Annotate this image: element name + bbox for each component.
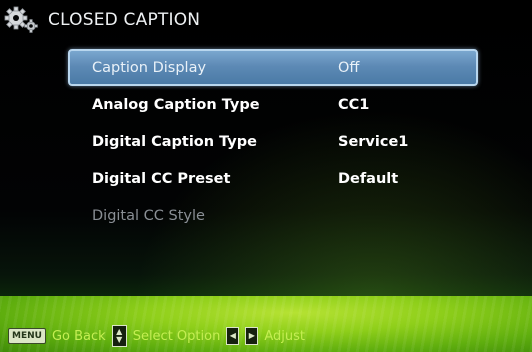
menu-item-caption-display[interactable]: Caption Display Off bbox=[68, 49, 478, 86]
menu-item-analog-caption-type[interactable]: Analog Caption Type CC1 bbox=[68, 86, 478, 123]
closed-caption-menu: Caption Display Off Analog Caption Type … bbox=[68, 49, 478, 234]
help-select-option: Select Option bbox=[132, 328, 221, 344]
help-adjust: Adjust bbox=[264, 328, 305, 344]
left-arrow-icon: ◀ bbox=[226, 327, 240, 345]
help-go-back: Go Back bbox=[51, 328, 106, 344]
menu-item-label: Digital CC Style bbox=[92, 207, 205, 224]
menu-item-label: Caption Display bbox=[92, 59, 207, 76]
menu-item-digital-caption-type[interactable]: Digital Caption Type Service1 bbox=[68, 123, 478, 160]
up-down-arrow-icon: ▲ ▼ bbox=[111, 325, 127, 347]
menu-item-label: Digital CC Preset bbox=[92, 170, 231, 187]
menu-item-value: Default bbox=[338, 170, 399, 187]
menu-item-value: Service1 bbox=[338, 133, 409, 150]
help-bar: MENU Go Back ▲ ▼ Select Option ◀ ▶ Adjust bbox=[8, 325, 305, 347]
gear-icon bbox=[4, 6, 38, 33]
menu-item-value: Off bbox=[338, 59, 360, 76]
menu-item-value: CC1 bbox=[338, 96, 370, 113]
menu-item-digital-cc-preset[interactable]: Digital CC Preset Default bbox=[68, 160, 478, 197]
menu-item-label: Analog Caption Type bbox=[92, 96, 260, 113]
title-bar: CLOSED CAPTION bbox=[4, 4, 200, 36]
menu-item-label: Digital Caption Type bbox=[92, 133, 257, 150]
page-title: CLOSED CAPTION bbox=[48, 10, 201, 30]
tv-screen: CLOSED CAPTION Caption Display Off Analo… bbox=[0, 0, 532, 352]
menu-item-digital-cc-style: Digital CC Style bbox=[68, 197, 478, 234]
right-arrow-icon: ▶ bbox=[245, 327, 259, 345]
menu-key-icon: MENU bbox=[8, 328, 46, 344]
